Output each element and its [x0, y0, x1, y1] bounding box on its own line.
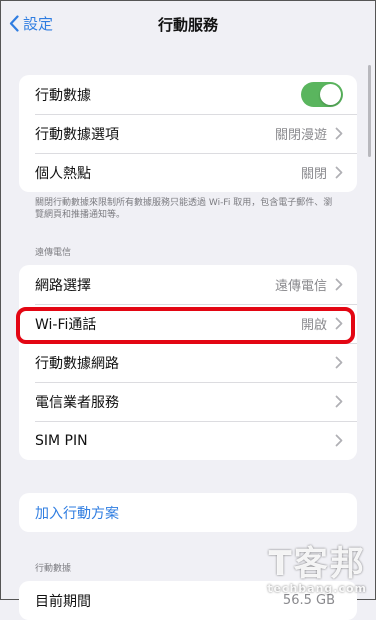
page-title: 行動服務 [157, 16, 218, 34]
carrier-section-header: 遠傳電信 [35, 248, 72, 258]
personal-hotspot-value: 關閉 [300, 167, 327, 182]
row-cellular-data: 行動數據 [19, 75, 357, 114]
wifi-calling-highlight [16, 307, 355, 344]
row-cellular-data-options[interactable]: 行動數據選項 關閉漫遊 [19, 114, 357, 153]
cellular-data-options-value: 關閉漫遊 [274, 128, 327, 143]
add-plan-link: 加入行動方案 [35, 505, 119, 522]
current-period-value: 56.5 GB [282, 593, 335, 608]
network-selection-value: 遠傳電信 [274, 279, 327, 294]
toggle-knob [320, 84, 341, 105]
cellular-data-network-label: 行動數據網路 [35, 355, 119, 372]
current-period-label: 目前期間 [35, 593, 91, 610]
cellular-data-label: 行動數據 [35, 87, 91, 104]
chevron-right-icon [335, 434, 343, 447]
chevron-right-icon [335, 166, 343, 179]
chevron-right-icon [335, 127, 343, 140]
add-plan-group: 加入行動方案 [19, 493, 357, 532]
nav-bar: 設定 行動服務 [1, 1, 375, 47]
row-carrier-services[interactable]: 電信業者服務 [19, 382, 357, 421]
row-cellular-data-network[interactable]: 行動數據網路 [19, 343, 357, 382]
watermark-url: techbang.com [267, 582, 367, 595]
watermark-brand: T客邦 [268, 544, 366, 584]
cellular-data-toggle[interactable] [301, 82, 343, 107]
row-personal-hotspot[interactable]: 個人熱點 關閉 [19, 153, 357, 192]
personal-hotspot-label: 個人熱點 [35, 165, 91, 182]
scrollbar[interactable] [368, 65, 371, 157]
sim-pin-label: SIM PIN [35, 432, 88, 449]
cellular-data-footnote: 關閉行動數據來限制所有數據服務只能透過 Wi-Fi 取用，包含電子郵件、瀏覽網頁… [35, 198, 333, 220]
chevron-right-icon [335, 278, 343, 291]
row-network-selection[interactable]: 網路選擇 遠傳電信 [19, 265, 357, 304]
chevron-right-icon [335, 395, 343, 408]
row-add-plan[interactable]: 加入行動方案 [19, 493, 357, 532]
cellular-data-options-label: 行動數據選項 [35, 126, 119, 143]
carrier-services-label: 電信業者服務 [35, 394, 119, 411]
data-section-header: 行動數據 [35, 564, 72, 574]
carrier-group: 網路選擇 遠傳電信 Wi-Fi通話 開啟 行動數據網路 電信業者服務 SIM P… [19, 265, 357, 460]
chevron-right-icon [335, 356, 343, 369]
watermark-logo: T客邦 techbang.com [267, 546, 367, 595]
network-selection-label: 網路選擇 [35, 277, 91, 294]
row-sim-pin[interactable]: SIM PIN [19, 421, 357, 460]
cellular-settings-group: 行動數據 行動數據選項 關閉漫遊 個人熱點 關閉 [19, 75, 357, 192]
